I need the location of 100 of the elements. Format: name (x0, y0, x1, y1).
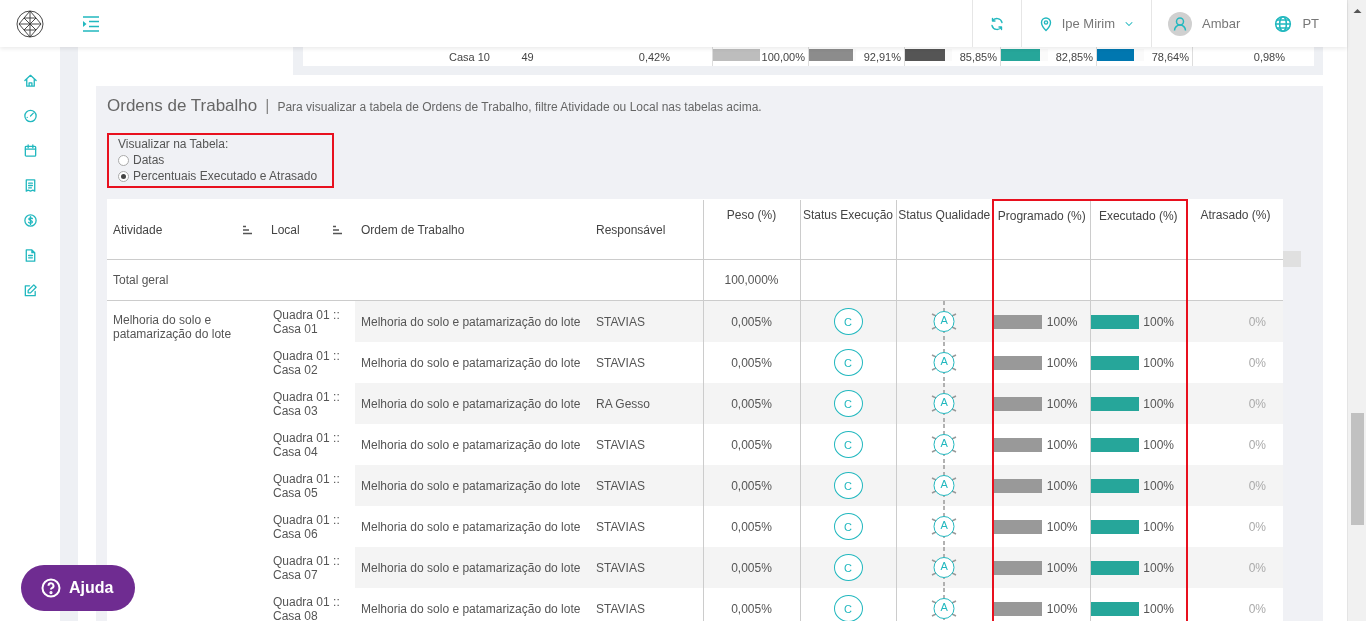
execution-status-badge: C (833, 349, 863, 376)
table-cell-text: Quadra 01 :: Casa 07 (272, 553, 341, 582)
table-cell: 0,005% (731, 314, 772, 329)
radio-icon[interactable] (118, 154, 129, 166)
table-cell-text: Quadra 01 :: Casa 03 (272, 389, 341, 418)
percent-value: 100% (1046, 437, 1078, 452)
section-title: Ordens de Trabalho (107, 96, 258, 116)
scrollbar[interactable] (1347, 0, 1366, 621)
language-selector[interactable]: PT (1302, 16, 1319, 31)
percent-value: 100% (1046, 478, 1078, 493)
table-cell-text: Casa 10 (448, 49, 491, 65)
dollar-coin-icon[interactable] (22, 213, 38, 228)
table-cell-text: STAVIAS (595, 478, 645, 493)
table-cell-text: STAVIAS (595, 314, 645, 329)
help-icon (41, 578, 61, 598)
execution-status-badge: C (833, 472, 863, 499)
section-subtitle: Para visualizar a tabela de Ordens de Trabalho, filtre Atividade ou Local nas tabelas acima. (277, 100, 762, 114)
percent-value: 100% (1046, 314, 1078, 329)
table-cell-text: Melhoria do solo e patamarização do lote (360, 437, 581, 452)
table-cell-text: RA Gesso (595, 396, 651, 411)
user-name[interactable]: Ambar (1202, 16, 1241, 31)
table-cell-text: STAVIAS (595, 601, 645, 616)
percent-value: 0% (1248, 478, 1266, 493)
table-cell-text: STAVIAS (595, 519, 645, 534)
percent-value: 100% (1143, 355, 1174, 370)
quality-status-badge: A (924, 342, 965, 383)
table-cell-text: 49 (520, 49, 535, 65)
percent-value: 100% (1143, 314, 1174, 329)
table-cell-text: Melhoria do solo e patamarização do lote (360, 478, 581, 493)
percent-value: 0% (1248, 560, 1266, 575)
column-header: Programado (%) (997, 209, 1086, 223)
refresh-icon[interactable] (988, 15, 1005, 32)
percent-value: 100,00% (761, 50, 805, 63)
percent-value: 0,98% (1253, 50, 1285, 63)
gauge-icon[interactable] (22, 108, 38, 123)
table-cell-text: Quadra 01 :: Casa 04 (272, 430, 341, 459)
percent-value: 0% (1248, 396, 1266, 411)
column-header: Responsável (596, 222, 666, 237)
total-label: Total geral (112, 273, 169, 287)
table-cell: 100,000% (724, 273, 779, 287)
table-cell-text: Melhoria do solo e patamarização do lote (360, 560, 581, 575)
table-cell: 0,005% (731, 478, 772, 493)
percent-value: 100% (1046, 396, 1078, 411)
table-cell: Melhoria do solo e patamarização do lote (113, 313, 232, 341)
location-selector[interactable]: Ipe Mirim (1061, 16, 1116, 31)
radio-icon[interactable] (118, 170, 129, 182)
menu-icon[interactable] (82, 15, 100, 32)
percent-value: 85,85% (959, 50, 997, 63)
radio-option[interactable]: Percentuais Executado e Atrasado (118, 169, 332, 183)
percent-value: 100% (1143, 437, 1174, 452)
percent-value: 100% (1046, 355, 1078, 370)
percent-value: 100% (1143, 601, 1174, 616)
table-cell-text: Melhoria do solo e patamarização do lote (360, 601, 581, 616)
sort-icon[interactable] (242, 224, 253, 235)
radio-group-label: Visualizar na Tabela: (118, 137, 230, 151)
execution-status-badge: C (833, 308, 863, 335)
percent-value: 100% (1143, 560, 1174, 575)
home-icon[interactable] (22, 73, 38, 88)
help-button[interactable]: Ajuda (21, 565, 136, 611)
percent-value: 82,85% (1055, 50, 1093, 63)
table-cell-text: Quadra 01 :: Casa 02 (272, 348, 341, 377)
column-header: Atividade (113, 222, 163, 237)
table-cell-text: STAVIAS (595, 355, 645, 370)
percent-value: 100% (1143, 519, 1174, 534)
table-cell-text: Melhoria do solo e patamarização do lote (360, 314, 581, 329)
quality-status-badge: A (924, 506, 965, 547)
column-header: Ordem de Trabalho (361, 222, 465, 237)
table-cell: 0,005% (731, 519, 772, 534)
percent-value: 0% (1248, 314, 1266, 329)
table-cell-text: Quadra 01 :: Casa 05 (272, 471, 341, 500)
percent-value: 0% (1248, 601, 1266, 616)
user-avatar-icon[interactable] (1168, 11, 1193, 36)
quality-status-badge: A (924, 424, 965, 465)
sort-icon[interactable] (332, 224, 343, 235)
column-header: Executado (%) (1098, 209, 1178, 223)
percent-value: 100% (1143, 478, 1174, 493)
table-cell-text: STAVIAS (595, 560, 645, 575)
execution-status-badge: C (833, 595, 863, 621)
table-cell-text: Melhoria do solo e patamarização do lote (360, 396, 581, 411)
quality-status-badge: A (924, 588, 965, 621)
percent-value: 0% (1248, 519, 1266, 534)
percent-value: 0% (1248, 437, 1266, 452)
execution-status-badge: C (833, 513, 863, 540)
radio-option[interactable]: Datas (118, 153, 332, 167)
table-cell: 0,005% (731, 601, 772, 616)
edit-icon[interactable] (22, 283, 38, 298)
percent-value: 92,91% (863, 50, 901, 63)
scroll-thumb[interactable] (1283, 251, 1301, 267)
percent-value: 100% (1143, 396, 1174, 411)
table-cell-text: Melhoria do solo e patamarização do lote (360, 519, 581, 534)
table-cell-text: Quadra 01 :: Casa 06 (272, 512, 341, 541)
percent-value: 78,64% (1151, 50, 1189, 63)
table-cell: 0,005% (731, 560, 772, 575)
separator: | (265, 97, 270, 115)
geodesic-sphere-logo[interactable] (16, 9, 44, 38)
column-header: Peso (%) (726, 208, 777, 222)
globe-icon[interactable] (1274, 14, 1293, 33)
calendar-icon[interactable] (22, 143, 38, 158)
column-header: Status Execução (802, 208, 894, 222)
percent-value: 100% (1046, 519, 1078, 534)
